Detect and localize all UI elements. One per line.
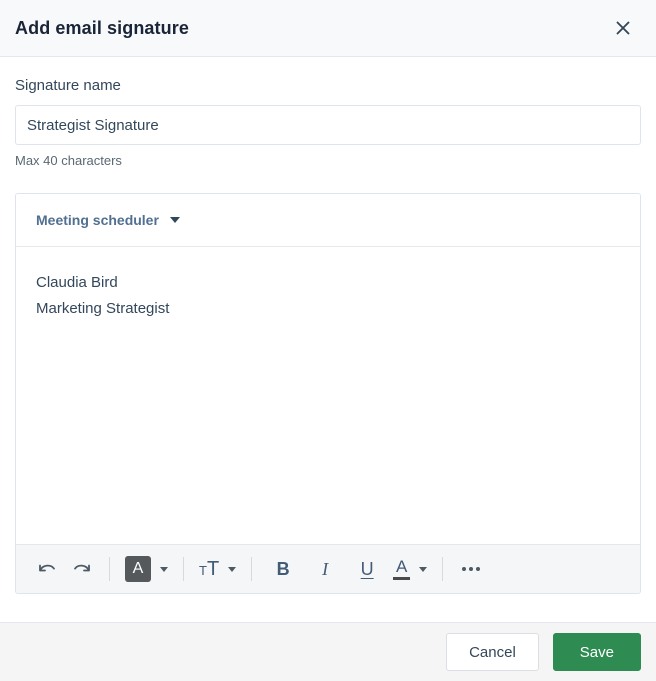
chevron-down-icon[interactable]: [419, 566, 428, 572]
underline-label: U: [360, 558, 374, 579]
text-color-button[interactable]: A: [393, 556, 411, 580]
italic-label: I: [322, 558, 329, 579]
toolbar-divider: [251, 557, 253, 581]
font-family-control[interactable]: A: [121, 556, 172, 582]
font-size-button[interactable]: TT: [199, 559, 219, 579]
signature-line: Marketing Strategist: [36, 300, 170, 317]
undo-button[interactable]: [31, 555, 63, 583]
ellipsis-icon: [462, 567, 481, 571]
signature-line: Claudia Bird: [36, 274, 118, 291]
chevron-down-icon[interactable]: [160, 566, 168, 572]
more-options-button[interactable]: [454, 555, 488, 583]
page-title: Add email signature: [15, 17, 189, 38]
font-size-control[interactable]: TT: [195, 559, 240, 579]
save-button[interactable]: Save: [552, 633, 641, 671]
signature-name-input[interactable]: [15, 105, 641, 145]
signature-content-editor[interactable]: Claudia Bird Marketing Strategist: [16, 247, 640, 544]
signature-name-helper-text: Max 40 characters: [15, 153, 122, 168]
signature-editor-card: Meeting scheduler Claudia Bird Marketing…: [15, 193, 641, 594]
close-icon-glyph: [616, 21, 630, 35]
add-email-signature-modal: Add email signature Signature name Max 4…: [0, 0, 656, 681]
font-size-small-label: T: [199, 563, 207, 578]
meeting-scheduler-dropdown[interactable]: Meeting scheduler: [36, 212, 180, 228]
toolbar-divider: [109, 557, 110, 581]
close-icon[interactable]: [609, 14, 637, 42]
underline-button[interactable]: U: [353, 555, 381, 583]
bold-button[interactable]: B: [269, 555, 297, 583]
undo-icon: [39, 564, 55, 572]
editor-toolbar: A TT B I U A: [16, 544, 640, 593]
font-size-large-label: T: [206, 558, 220, 580]
font-family-button[interactable]: A: [125, 556, 151, 582]
text-color-control[interactable]: A: [381, 556, 431, 580]
italic-button[interactable]: I: [311, 555, 339, 583]
bold-label: B: [276, 558, 290, 579]
chevron-down-icon[interactable]: [228, 566, 237, 572]
chevron-down-icon: [169, 217, 180, 223]
modal-body: Signature name Max 40 characters Meeting…: [0, 57, 656, 622]
toolbar-divider: [442, 557, 444, 581]
signature-name-label: Signature name: [15, 77, 121, 94]
cancel-button[interactable]: Cancel: [446, 633, 539, 671]
text-color-swatch: [393, 576, 411, 580]
text-color-label: A: [396, 556, 408, 576]
modal-header: Add email signature: [0, 0, 656, 57]
toolbar-format-group: B I U: [263, 555, 381, 583]
editor-topbar: Meeting scheduler: [16, 194, 640, 247]
modal-footer: Cancel Save: [0, 622, 656, 681]
redo-icon: [74, 564, 90, 572]
redo-button[interactable]: [66, 555, 98, 583]
toolbar-divider: [183, 557, 184, 581]
meeting-scheduler-dropdown-label: Meeting scheduler: [36, 212, 159, 228]
toolbar-history-group: [31, 555, 98, 583]
